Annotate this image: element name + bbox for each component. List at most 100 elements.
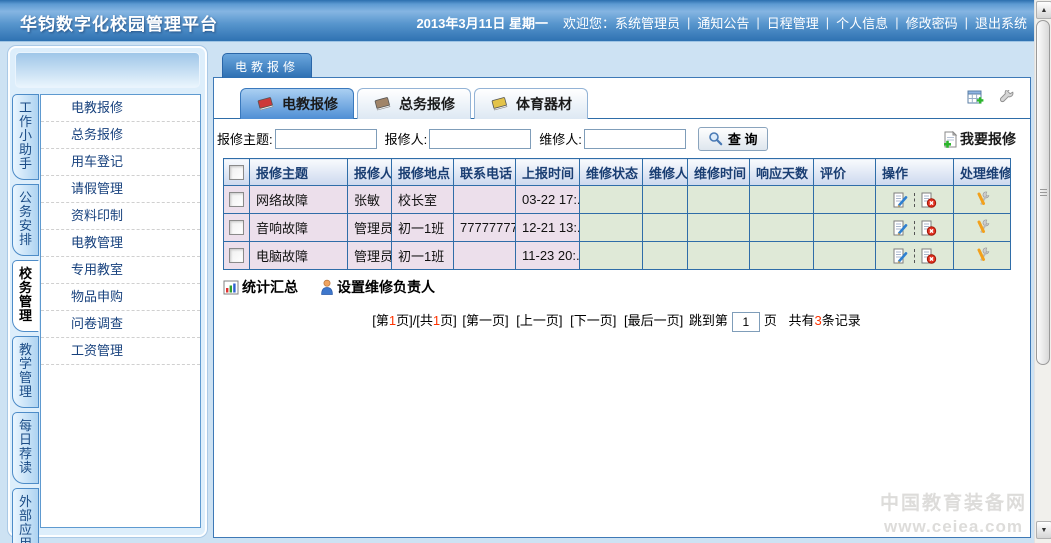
cell-subject: 音响故障	[250, 214, 348, 242]
row-checkbox[interactable]	[229, 220, 244, 235]
scroll-up-button[interactable]: ▲	[1036, 1, 1051, 19]
row-checkbox[interactable]	[229, 248, 244, 263]
sidebar-menu-item-9[interactable]: 问卷调查	[41, 311, 200, 338]
cell-response-days	[750, 214, 814, 242]
header-link-4[interactable]: 修改密码	[906, 13, 958, 32]
book-brown-icon	[373, 96, 392, 112]
header-link-3[interactable]: 个人信息	[836, 13, 888, 32]
cell-rating	[814, 242, 876, 270]
repair-tools-icon[interactable]	[974, 246, 991, 263]
stats-summary-button[interactable]: 统计汇总	[223, 277, 298, 297]
report-repair-link[interactable]: 我要报修	[942, 129, 1016, 149]
table-row: 网络故障 张敏 校长室 03-22 17:...	[224, 186, 1011, 214]
subtab-label: 体育器材	[516, 94, 572, 114]
row-checkbox[interactable]	[229, 192, 244, 207]
column-header-8: 维修时间	[688, 159, 750, 186]
watermark-line2: www.ceiea.com	[866, 516, 1041, 537]
cell-process-repair	[954, 214, 1011, 242]
subject-input[interactable]	[275, 129, 377, 149]
delete-icon[interactable]	[920, 220, 937, 236]
query-button[interactable]: 查 询	[698, 127, 768, 151]
subtab-2[interactable]: 总务报修	[357, 88, 471, 119]
edit-icon[interactable]	[892, 220, 909, 236]
sidebar-menu-item-3[interactable]: 用车登记	[41, 149, 200, 176]
column-header-7: 维修人	[643, 159, 688, 186]
separator: |	[687, 15, 690, 30]
cell-rating	[814, 214, 876, 242]
scrollbar-thumb[interactable]	[1036, 20, 1050, 365]
sidebar-tab-2[interactable]: 公务安排	[12, 184, 39, 256]
sidebar-tab-6[interactable]: 外部应用	[12, 488, 39, 543]
jump-page-input[interactable]	[732, 312, 760, 332]
sidebar-tab-1[interactable]: 工作小助手	[12, 94, 39, 180]
header-link-5[interactable]: 退出系统	[975, 13, 1027, 32]
next-page-link[interactable]: [下一页]	[570, 313, 616, 328]
book-yellow-icon	[490, 96, 509, 112]
sidebar-menu-item-4[interactable]: 请假管理	[41, 176, 200, 203]
sidebar-menu-item-10[interactable]: 工资管理	[41, 338, 200, 365]
repair-tools-icon[interactable]	[974, 218, 991, 235]
prev-page-link[interactable]: [上一页]	[516, 313, 562, 328]
column-header-6: 维修状态	[580, 159, 643, 186]
edit-icon[interactable]	[892, 248, 909, 264]
row-select-cell	[224, 186, 250, 214]
subtab-bar: 电教报修 总务报修 体育器材	[240, 88, 588, 119]
first-page-link[interactable]: [第一页]	[462, 313, 508, 328]
cell-phone: 77777777	[454, 214, 516, 242]
sidebar-tab-3[interactable]: 校务管理	[12, 260, 39, 332]
total-records: 共有3条记录	[789, 313, 861, 328]
column-header-2: 报修人	[348, 159, 392, 186]
cell-rating	[814, 186, 876, 214]
separator: |	[965, 15, 968, 30]
cell-response-days	[750, 242, 814, 270]
table-row: 电脑故障 管理员 初一1班 11-23 20:...	[224, 242, 1011, 270]
repairer-label: 维修人:	[539, 129, 582, 148]
panel-tool-icons	[967, 90, 1015, 106]
subtab-3[interactable]: 体育器材	[474, 88, 588, 119]
sidebar-tab-4[interactable]: 教学管理	[12, 336, 39, 408]
add-record-icon[interactable]	[967, 90, 984, 106]
page-add-icon	[942, 131, 958, 148]
wrench-icon[interactable]	[999, 90, 1015, 106]
column-header-5: 上报时间	[516, 159, 580, 186]
set-repairer-button[interactable]: 设置维修负责人	[320, 277, 435, 297]
report-repair-label: 我要报修	[960, 129, 1016, 149]
sidebar-menu-item-7[interactable]: 专用教室	[41, 257, 200, 284]
person-icon	[320, 279, 334, 295]
delete-icon[interactable]	[920, 248, 937, 264]
welcome-text: 欢迎您：系统管理员	[563, 13, 680, 32]
sidebar-menu-panel: 电教报修总务报修用车登记请假管理资料印制电教管理专用教室物品申购问卷调查工资管理	[40, 94, 201, 528]
vertical-scrollbar[interactable]: ▲ ▼	[1034, 0, 1051, 543]
column-header-12: 处理维修	[954, 159, 1011, 186]
separator: |	[895, 15, 898, 30]
last-page-link[interactable]: [最后一页]	[624, 313, 683, 328]
cell-repair-status	[580, 214, 643, 242]
cell-repairer	[643, 242, 688, 270]
select-all-checkbox[interactable]	[229, 165, 244, 180]
reporter-input[interactable]	[429, 129, 531, 149]
sidebar-menu-item-6[interactable]: 电教管理	[41, 230, 200, 257]
sidebar-tab-5[interactable]: 每日荐读	[12, 412, 39, 484]
sidebar-menu-item-5[interactable]: 资料印制	[41, 203, 200, 230]
sidebar-menu-item-2[interactable]: 总务报修	[41, 122, 200, 149]
row-select-cell	[224, 214, 250, 242]
magnifier-icon	[708, 131, 723, 146]
cell-repair-status	[580, 242, 643, 270]
pagination: [第1页]/[共1页] [第一页] [上一页] [下一页] [最后一页] 跳到第…	[223, 310, 1010, 332]
content-panel: 电教报修 总务报修 体育器材	[213, 77, 1031, 538]
subtab-label: 电教报修	[282, 94, 338, 114]
sidebar-menu-item-8[interactable]: 物品申购	[41, 284, 200, 311]
header-link-2[interactable]: 日程管理	[767, 13, 819, 32]
cell-reporter: 管理员	[348, 242, 392, 270]
header-link-1[interactable]: 通知公告	[697, 13, 749, 32]
edit-icon[interactable]	[892, 192, 909, 208]
cell-subject: 网络故障	[250, 186, 348, 214]
set-repairer-label: 设置维修负责人	[337, 277, 435, 297]
subtab-1[interactable]: 电教报修	[240, 88, 354, 119]
subtab-label: 总务报修	[399, 94, 455, 114]
repair-tools-icon[interactable]	[974, 190, 991, 207]
page-tab[interactable]: 电教报修	[222, 53, 312, 78]
repairer-input[interactable]	[584, 129, 686, 149]
sidebar-menu-item-1[interactable]: 电教报修	[41, 95, 200, 122]
delete-icon[interactable]	[920, 192, 937, 208]
